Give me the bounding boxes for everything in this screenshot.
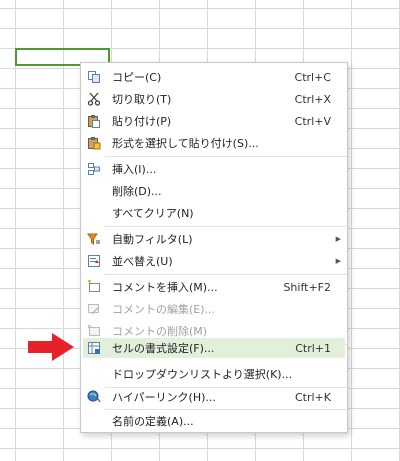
insert-icon — [83, 159, 105, 179]
menu-item-label: コピー(C) — [112, 71, 162, 84]
context-menu: コピー(C) Ctrl+C 切り取り(T) Ctrl+X 貼り付け(P) Ctr… — [80, 62, 348, 433]
comment-insert-icon — [83, 277, 105, 297]
menu-item-label: 挿入(I)... — [112, 163, 157, 176]
menu-item-format-cells[interactable]: セルの書式設定(F)... Ctrl+1 — [83, 338, 345, 358]
menu-item-label: 形式を選択して貼り付け(S)... — [112, 137, 259, 150]
menu-item-edit-comment[interactable]: コメントの編集(E)... — [83, 299, 345, 319]
menu-item-shortcut: Ctrl+K — [294, 390, 331, 404]
menu-item-label: 貼り付け(P) — [112, 115, 172, 128]
menu-item-insert-comment[interactable]: コメントを挿入(M)... Shift+F2 — [83, 277, 345, 297]
menu-item-delete[interactable]: 削除(D)... — [83, 181, 345, 201]
scissors-icon — [83, 89, 105, 109]
menu-item-label: コメントを挿入(M)... — [112, 281, 218, 294]
submenu-arrow-icon: ▶ — [335, 235, 341, 243]
menu-item-shortcut: Ctrl+X — [294, 92, 331, 106]
menu-item-label: 切り取り(T) — [112, 93, 172, 106]
autofilter-icon — [83, 229, 105, 249]
sort-icon — [83, 251, 105, 271]
menu-item-cut[interactable]: 切り取り(T) Ctrl+X — [83, 89, 345, 109]
menu-separator — [105, 274, 347, 275]
menu-item-label: ドロップダウンリストより選択(K)... — [112, 368, 293, 381]
menu-item-autofilter[interactable]: 自動フィルタ(L) ▶ — [83, 229, 345, 249]
menu-item-shortcut: Ctrl+V — [294, 114, 331, 128]
menu-item-label: 自動フィルタ(L) — [112, 233, 193, 246]
menu-item-insert[interactable]: 挿入(I)... — [83, 159, 345, 179]
menu-item-paste[interactable]: 貼り付け(P) Ctrl+V — [83, 111, 345, 131]
menu-item-paste-special[interactable]: 形式を選択して貼り付け(S)... — [83, 133, 345, 153]
comment-edit-icon — [83, 299, 105, 319]
hyperlink-icon — [83, 387, 105, 407]
menu-item-shortcut: Ctrl+C — [294, 70, 331, 84]
menu-item-label: セルの書式設定(F)... — [112, 342, 215, 355]
paste-special-icon — [83, 133, 105, 153]
menu-item-sort[interactable]: 並べ替え(U) ▶ — [83, 251, 345, 271]
menu-item-hyperlink[interactable]: ハイパーリンク(H)... Ctrl+K — [83, 387, 345, 407]
format-cells-icon — [83, 338, 105, 358]
menu-item-define-name[interactable]: 名前の定義(A)... — [83, 411, 345, 431]
menu-item-label: コメントの編集(E)... — [112, 303, 216, 316]
menu-item-shortcut: Ctrl+1 — [295, 341, 331, 355]
red-arrow-icon — [28, 333, 74, 361]
menu-item-copy[interactable]: コピー(C) Ctrl+C — [83, 67, 345, 87]
copy-icon — [83, 67, 105, 87]
submenu-arrow-icon: ▶ — [335, 257, 341, 265]
menu-item-label: 名前の定義(A)... — [112, 415, 194, 428]
menu-item-shortcut: Shift+F2 — [283, 280, 331, 294]
menu-item-label: ハイパーリンク(H)... — [112, 391, 216, 404]
menu-item-label: 並べ替え(U) — [112, 255, 173, 268]
menu-item-label: 削除(D)... — [112, 185, 162, 198]
menu-item-pick-from-list[interactable]: ドロップダウンリストより選択(K)... — [83, 364, 345, 384]
paste-icon — [83, 111, 105, 131]
menu-item-clear-all[interactable]: すべてクリア(N) — [83, 203, 345, 223]
menu-item-label: コメントの削除(M) — [112, 325, 208, 338]
menu-separator — [105, 226, 347, 227]
menu-item-label: すべてクリア(N) — [112, 207, 194, 220]
menu-separator — [105, 409, 347, 410]
menu-separator — [105, 156, 347, 157]
